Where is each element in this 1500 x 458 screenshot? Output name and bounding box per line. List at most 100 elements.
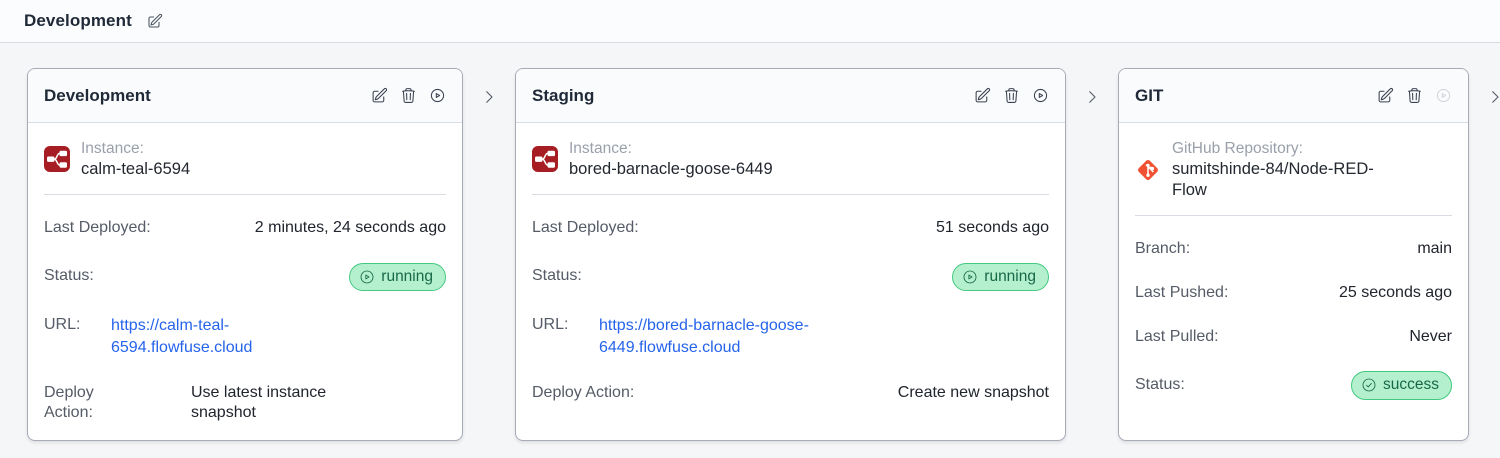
url-row: URL: https://bored-barnacle-goose-6449.f… <box>532 315 1049 360</box>
repository-row: GitHub Repository: sumitshinde-84/Node-R… <box>1135 139 1452 201</box>
chevron-right-icon <box>1486 88 1500 111</box>
deploy-action-label: Deploy Action: <box>44 383 94 422</box>
play-circle-icon <box>1435 87 1452 104</box>
stage-header: GIT <box>1119 69 1468 123</box>
last-deployed-value: 2 minutes, 24 seconds ago <box>254 218 446 236</box>
stage-card-git: GIT GitHub Repository: sumitshinde-84/No… <box>1118 68 1469 441</box>
stage-header: Staging <box>516 69 1065 123</box>
stage-actions <box>371 87 446 104</box>
stage-body: Instance: bored-barnacle-goose-6449 Last… <box>516 123 1065 440</box>
deploy-action-value: Use latest instance snapshot <box>191 383 327 422</box>
instance-info: Instance: calm-teal-6594 <box>81 139 190 180</box>
deploy-action-row: Deploy Action: Create new snapshot <box>532 383 1049 404</box>
status-text: success <box>1383 376 1439 394</box>
page-title: Development <box>24 11 132 30</box>
stage-actions <box>1377 87 1452 104</box>
stage-connector <box>463 68 515 441</box>
delete-stage-button[interactable] <box>1003 87 1020 104</box>
instance-row: Instance: calm-teal-6594 <box>44 139 446 180</box>
last-deployed-value: 51 seconds ago <box>936 218 1049 236</box>
pipeline-stages: Development Instance: calm-teal-6594 Las… <box>0 43 1500 441</box>
last-deployed-row: Last Deployed: 2 minutes, 24 seconds ago <box>44 218 446 239</box>
play-circle-icon <box>962 269 978 285</box>
repository-name: sumitshinde-84/Node-RED-Flow <box>1172 159 1374 199</box>
chevron-right-icon <box>480 88 498 111</box>
pencil-square-icon <box>974 87 991 104</box>
divider <box>532 193 1049 195</box>
status-text: running <box>381 267 433 285</box>
stage-title: GIT <box>1135 85 1164 105</box>
pencil-square-icon <box>1377 87 1394 104</box>
instance-info: Instance: bored-barnacle-goose-6449 <box>569 139 773 180</box>
delete-stage-button[interactable] <box>1406 87 1423 104</box>
stage-body: GitHub Repository: sumitshinde-84/Node-R… <box>1119 123 1468 440</box>
instance-label: Instance: <box>569 140 632 157</box>
url-label: URL: <box>44 315 81 333</box>
last-pulled-label: Last Pulled: <box>1135 327 1219 345</box>
pencil-square-icon <box>371 87 388 104</box>
check-circle-icon <box>1361 377 1377 393</box>
edit-stage-button[interactable] <box>1377 87 1394 104</box>
pencil-square-icon <box>147 13 163 29</box>
status-text: running <box>984 267 1036 285</box>
instance-name: calm-teal-6594 <box>81 159 191 178</box>
divider <box>44 193 446 195</box>
stage-card-development: Development Instance: calm-teal-6594 Las… <box>27 68 463 441</box>
last-pulled-row: Last Pulled: Never <box>1135 327 1452 348</box>
branch-label: Branch: <box>1135 240 1191 258</box>
instance-name: bored-barnacle-goose-6449 <box>569 159 773 178</box>
stage-header: Development <box>28 69 462 123</box>
node-red-icon <box>44 146 70 173</box>
last-pushed-value: 25 seconds ago <box>1339 283 1452 301</box>
run-stage-button[interactable] <box>429 87 446 104</box>
delete-stage-button[interactable] <box>400 87 417 104</box>
repository-info: GitHub Repository: sumitshinde-84/Node-R… <box>1172 139 1404 201</box>
status-badge: running <box>952 262 1049 291</box>
status-row: Status: success <box>1135 370 1452 400</box>
url-row: URL: https://calm-teal-6594.flowfuse.clo… <box>44 315 446 360</box>
last-deployed-label: Last Deployed: <box>44 218 151 236</box>
instance-label: Instance: <box>81 140 144 157</box>
branch-value: main <box>1417 240 1452 258</box>
play-circle-icon <box>429 87 446 104</box>
last-pushed-row: Last Pushed: 25 seconds ago <box>1135 283 1452 304</box>
instance-url-link[interactable]: https://bored-barnacle-goose-6449.flowfu… <box>599 315 914 360</box>
git-icon <box>1135 157 1161 183</box>
status-label: Status: <box>532 267 582 285</box>
edit-stage-button[interactable] <box>974 87 991 104</box>
instance-url-link[interactable]: https://calm-teal-6594.flowfuse.cloud <box>111 315 331 360</box>
chevron-right-icon <box>1083 88 1101 111</box>
last-deployed-row: Last Deployed: 51 seconds ago <box>532 218 1049 239</box>
deploy-action-value: Create new snapshot <box>897 383 1049 401</box>
status-row: Status: running <box>532 262 1049 292</box>
trash-icon <box>400 87 417 104</box>
stage-body: Instance: calm-teal-6594 Last Deployed: … <box>28 123 462 440</box>
status-badge: success <box>1351 371 1452 400</box>
stage-title: Staging <box>532 85 595 105</box>
repository-label: GitHub Repository: <box>1172 140 1303 157</box>
run-stage-button[interactable] <box>1032 87 1049 104</box>
trash-icon <box>1003 87 1020 104</box>
status-badge: running <box>349 262 446 291</box>
stage-card-staging: Staging Instance: bored-barnacle-goose-6… <box>515 68 1066 441</box>
status-row: Status: running <box>44 262 446 292</box>
branch-row: Branch: main <box>1135 239 1452 260</box>
stage-title: Development <box>44 85 151 105</box>
divider <box>1135 215 1452 217</box>
run-stage-button-disabled <box>1435 87 1452 104</box>
edit-pipeline-button[interactable] <box>147 13 163 29</box>
last-deployed-label: Last Deployed: <box>532 218 639 236</box>
stage-actions <box>974 87 1049 104</box>
play-circle-icon <box>1032 87 1049 104</box>
page-header: Development <box>0 0 1500 43</box>
stage-connector <box>1469 68 1500 441</box>
stage-connector <box>1066 68 1118 441</box>
deploy-action-label: Deploy Action: <box>532 383 635 401</box>
url-label: URL: <box>532 315 569 333</box>
deploy-action-row: Deploy Action: Use latest instance snaps… <box>44 383 446 425</box>
trash-icon <box>1406 87 1423 104</box>
last-pushed-label: Last Pushed: <box>1135 283 1229 301</box>
node-red-icon <box>532 146 558 173</box>
status-label: Status: <box>1135 376 1185 394</box>
edit-stage-button[interactable] <box>371 87 388 104</box>
